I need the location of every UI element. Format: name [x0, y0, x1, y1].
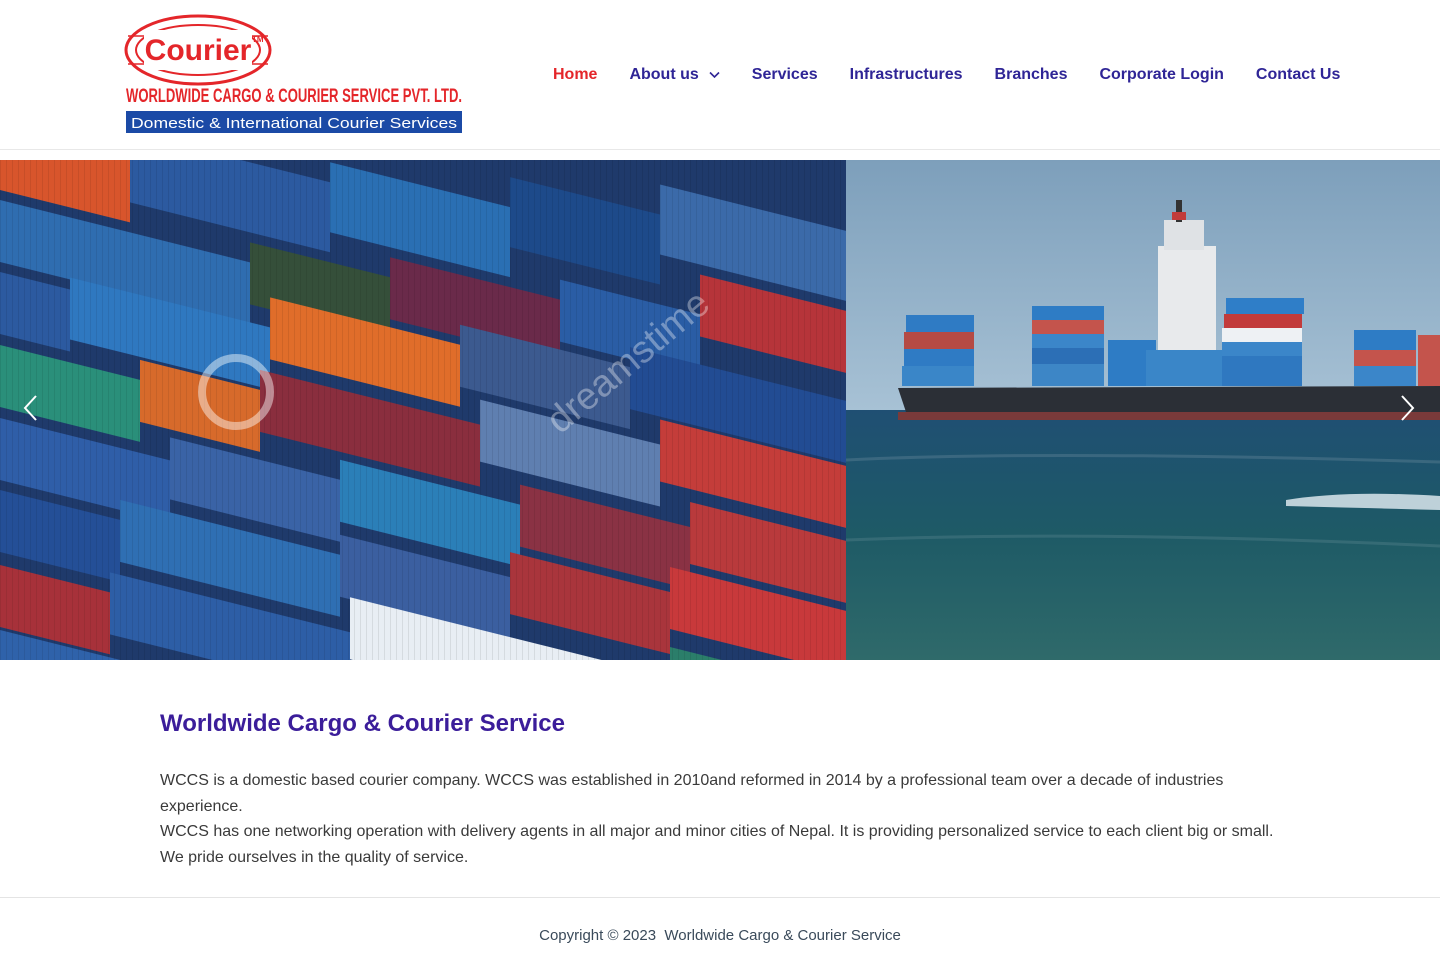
- slider-prev-button[interactable]: [14, 394, 46, 426]
- nav-services-label: Services: [751, 66, 818, 83]
- nav-home[interactable]: Home: [553, 66, 597, 84]
- nav-contact-us[interactable]: Contact Us: [1256, 66, 1340, 84]
- copyright-text: Copyright © 2023 Worldwide Cargo & Couri…: [539, 927, 901, 944]
- main-nav: Home About us Services Infrastructures B…: [553, 62, 1340, 88]
- intro-paragraph-1: WCCS is a domestic based courier company…: [160, 772, 1224, 815]
- nav-contact-us-label: Contact Us: [1255, 66, 1341, 83]
- page-title: Worldwide Cargo & Courier Service: [160, 710, 565, 737]
- nav-about-label: About us: [629, 66, 699, 83]
- nav-infrastructures-label: Infrastructures: [849, 66, 963, 83]
- nav-services[interactable]: Services: [752, 66, 818, 84]
- intro-paragraph-2: WCCS has one networking operation with d…: [160, 823, 1274, 866]
- svg-text:WORLDWIDE CARGO & COURIER SERV: WORLDWIDE CARGO & COURIER SERVICE PVT. L…: [126, 86, 462, 107]
- hero-slider: dreamstime: [0, 160, 1440, 660]
- nav-branches-label: Branches: [994, 66, 1068, 83]
- site-footer: Copyright © 2023 Worldwide Cargo & Couri…: [0, 897, 1440, 977]
- svg-text:Courier: Courier: [145, 34, 252, 67]
- logo-graphic: Courier TM WORLDWIDE CARGO & COURIER SER…: [124, 14, 462, 133]
- nav-home-label: Home: [553, 66, 598, 83]
- chevron-right-icon: [1400, 394, 1416, 427]
- slider-next-button[interactable]: [1392, 394, 1424, 426]
- site-header: Courier TM WORLDWIDE CARGO & COURIER SER…: [0, 0, 1440, 150]
- svg-text:TM: TM: [252, 35, 264, 44]
- nav-about-us[interactable]: About us: [629, 66, 720, 84]
- nav-corporate-login-label: Corporate Login: [1099, 66, 1224, 83]
- containers-image: dreamstime: [0, 160, 846, 660]
- nav-corporate-login[interactable]: Corporate Login: [1099, 66, 1223, 84]
- main-content: Worldwide Cargo & Courier Service WCCS i…: [160, 706, 1280, 870]
- site-logo[interactable]: Courier TM WORLDWIDE CARGO & COURIER SER…: [124, 14, 464, 134]
- nav-infrastructures[interactable]: Infrastructures: [850, 66, 963, 84]
- nav-branches[interactable]: Branches: [995, 66, 1068, 84]
- chevron-down-icon: [709, 71, 720, 79]
- svg-text:Domestic & International Couri: Domestic & International Courier Service…: [131, 115, 457, 132]
- ship-image: [846, 160, 1440, 660]
- chevron-left-icon: [22, 394, 38, 427]
